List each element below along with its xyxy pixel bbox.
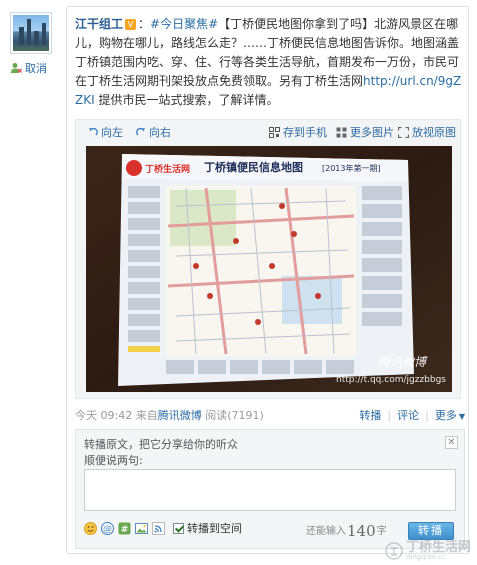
- source-link[interactable]: 腾讯微博: [158, 409, 202, 422]
- photo-watermark-url: http://t.qq.com/jgzzbbgs: [336, 375, 446, 385]
- composer-subtitle: 顺便说两句:: [84, 454, 143, 467]
- share-to-space-checkbox[interactable]: 转播到空间: [173, 520, 242, 536]
- more-menu[interactable]: 更多 ▼: [435, 407, 465, 423]
- media-toolbar: 向左 向右 存到手机 更多图片 放视原图: [76, 120, 460, 142]
- checkbox-checked-icon: [173, 522, 184, 534]
- watermark-url: dingqiao.cc: [405, 553, 447, 561]
- map-logo-text: 丁桥生活网: [145, 163, 190, 175]
- post-username[interactable]: 江干组工: [75, 17, 123, 31]
- post-card: 江干组工 V ：#今日聚焦#【丁桥便民地图你拿到了吗】北游风景区在哪儿，购物在哪儿，…: [66, 6, 469, 554]
- mention-icon[interactable]: @: [101, 521, 114, 535]
- more-images-button[interactable]: 更多图片: [336, 124, 394, 140]
- topic-hash-icon[interactable]: #: [118, 522, 131, 535]
- comment-link[interactable]: 评论: [397, 407, 419, 423]
- photo-watermark-brand: 腾讯微博: [378, 355, 428, 369]
- rotate-right-label: 向右: [149, 126, 171, 139]
- rotate-right-icon: [136, 127, 145, 136]
- repost-link[interactable]: 转播: [359, 407, 381, 423]
- svg-text:#: #: [121, 525, 129, 535]
- more-images-label: 更多图片: [350, 126, 394, 139]
- unfollow-button[interactable]: 取消: [10, 60, 47, 76]
- char-counter: 还能输入140字: [306, 522, 387, 540]
- unfollow-label: 取消: [25, 62, 47, 75]
- topic-link[interactable]: #今日聚焦#: [150, 17, 218, 31]
- source-prefix: 来自: [135, 409, 158, 422]
- watermark-logo-icon: [385, 542, 403, 560]
- chevron-down-icon: ▼: [458, 412, 465, 421]
- repost-composer: 转播原文，把它分享给你的听众 顺便说两句: ✕ @ # 转播到空间 还能输入14…: [75, 429, 465, 549]
- qr-code-icon: [269, 126, 280, 138]
- avatar-image: [13, 15, 49, 51]
- composer-title: 转播原文，把它分享给你的听众: [84, 438, 238, 451]
- rotate-left-label: 向左: [101, 126, 123, 139]
- emoji-icon[interactable]: [84, 521, 97, 535]
- unfollow-user-icon: [11, 63, 22, 73]
- more-label: 更多: [434, 409, 457, 422]
- action-divider: |: [425, 408, 429, 422]
- media-box: 向左 向右 存到手机 更多图片 放视原图 丁桥生活网 丁桥镇便民信息地图 [20…: [75, 119, 461, 399]
- rotate-right-button[interactable]: 向右: [136, 124, 171, 140]
- svg-text:@: @: [103, 524, 112, 534]
- view-original-label: 放视原图: [412, 126, 456, 139]
- save-to-phone-button[interactable]: 存到手机: [269, 124, 327, 140]
- grid-images-icon: [336, 127, 347, 137]
- post-time-source: 今天 09:42 来自腾讯微博 阅读(7191): [75, 407, 264, 423]
- counter-suffix: 字: [376, 526, 387, 537]
- repost-send-button[interactable]: 转播: [408, 522, 454, 540]
- counter-value: 140: [347, 522, 376, 540]
- rss-icon[interactable]: [152, 521, 165, 535]
- close-icon[interactable]: ✕: [445, 436, 458, 449]
- post-actions: 转播 | 评论 | 更多 ▼: [359, 407, 465, 423]
- post-time: 今天 09:42: [75, 409, 133, 422]
- rotate-left-icon: [89, 127, 98, 136]
- view-original-button[interactable]: 放视原图: [398, 124, 456, 140]
- post-photo[interactable]: 丁桥生活网 丁桥镇便民信息地图 [2013年第一期] 腾讯微博 http://t…: [86, 146, 452, 392]
- image-icon[interactable]: [135, 522, 148, 535]
- expand-icon: [398, 126, 409, 138]
- post-text: 江干组工 V ：#今日聚焦#【丁桥便民地图你拿到了吗】北游风景区在哪儿，购物在哪儿，…: [75, 17, 462, 107]
- action-divider: |: [387, 408, 392, 422]
- counter-prefix: 还能输入: [306, 526, 346, 537]
- share-to-space-label: 转播到空间: [187, 522, 242, 535]
- composer-toolbar: @ # 转播到空间: [84, 520, 242, 536]
- post-body-end: 提供市民一站式搜索，了解详情。: [94, 93, 279, 107]
- map-title-text: 丁桥镇便民信息地图: [204, 160, 303, 174]
- site-watermark: 丁桥生活网 dingqiao.cc: [385, 541, 471, 561]
- avatar[interactable]: [10, 12, 52, 54]
- map-issue-text: [2013年第一期]: [322, 163, 381, 173]
- repost-input[interactable]: [84, 469, 456, 511]
- save-to-phone-label: 存到手机: [283, 126, 327, 139]
- post-meta: 今天 09:42 来自腾讯微博 阅读(7191) 转播 | 评论 | 更多 ▼: [75, 407, 465, 423]
- map-photo-image: 丁桥生活网 丁桥镇便民信息地图 [2013年第一期] 腾讯微博 http://t…: [86, 146, 452, 392]
- rotate-left-button[interactable]: 向左: [88, 124, 123, 140]
- verified-icon: V: [125, 19, 137, 30]
- read-count: 阅读(7191): [205, 409, 264, 422]
